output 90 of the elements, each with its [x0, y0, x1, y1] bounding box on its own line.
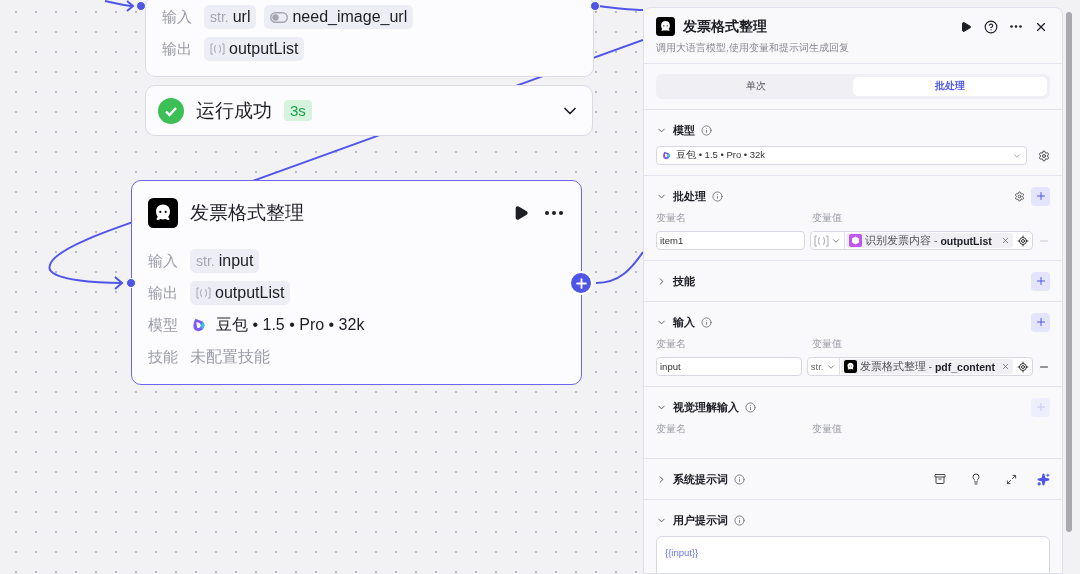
section-title: 系统提示词 [673, 471, 728, 487]
settings-icon[interactable] [1014, 190, 1025, 202]
settings-icon[interactable] [1038, 149, 1050, 162]
info-icon [734, 473, 745, 485]
column-label: 变量值 [812, 423, 843, 436]
variable-value-field[interactable]: str. 发票格式整理 - pdf_content [806, 357, 1033, 376]
model-select[interactable]: 豆包 • 1.5 • Pro • 32k [656, 146, 1027, 165]
add-node-button[interactable] [569, 271, 593, 295]
status-label: 运行成功 [196, 98, 272, 123]
panel-description: 调用大语言模型,使用变量和提示词生成回复 [644, 36, 1062, 64]
output-port[interactable] [590, 1, 600, 11]
info-icon [712, 190, 723, 202]
duration-badge: 3s [284, 100, 312, 121]
skill-value: 未配置技能 [190, 346, 270, 367]
variable-tag: need_image_url [264, 5, 414, 29]
reference-tag: 识别发票内容 - outputList [846, 233, 1013, 248]
success-check-icon [158, 97, 184, 124]
column-label: 变量名 [656, 212, 687, 225]
variable-tag: str. url [204, 5, 257, 29]
bot-avatar-icon [656, 17, 675, 36]
plus-icon [1034, 401, 1047, 413]
info-icon [745, 401, 756, 413]
type-select[interactable]: str. [807, 358, 840, 375]
model-name: 豆包 • 1.5 • Pro • 32k [216, 314, 365, 335]
panel-title: 发票格式整理 [683, 17, 768, 36]
llm-node-card[interactable]: 发票格式整理 输入 str. input 输出 outputList 模型 豆包 • 1.5 • Pro • 32k 技能 未配置技能 [131, 180, 582, 385]
play-icon [513, 205, 529, 221]
column-label: 变量值 [812, 338, 843, 351]
array-icon [210, 43, 225, 55]
variable-tag: outputList [190, 281, 291, 305]
row-label: 模型 [148, 315, 179, 335]
help-icon [984, 19, 998, 34]
section-title: 批处理 [673, 188, 706, 204]
array-icon [814, 234, 829, 247]
section-title: 输入 [673, 314, 695, 330]
target-icon[interactable] [1017, 234, 1029, 247]
column-label: 变量值 [812, 212, 843, 225]
model-logo-icon [661, 150, 672, 161]
more-button[interactable] [543, 209, 565, 217]
row-label: 技能 [148, 347, 179, 367]
mode-tab[interactable]: 单次 [659, 77, 853, 96]
info-icon [701, 124, 712, 136]
reference-tag: 发票格式整理 - pdf_content [840, 359, 1013, 374]
info-icon [734, 514, 745, 526]
row-label: 输出 [162, 39, 193, 59]
more-button[interactable] [1008, 23, 1024, 30]
bot-avatar-icon [148, 198, 178, 228]
section-title: 用户提示词 [673, 512, 728, 528]
expand-icon[interactable] [1006, 473, 1017, 485]
row-label: 输出 [148, 283, 179, 303]
clear-icon[interactable] [1001, 236, 1010, 245]
variable-name-field[interactable]: item1 [656, 231, 805, 250]
section-title: 模型 [673, 122, 695, 138]
plus-icon [573, 275, 589, 291]
info-icon [701, 316, 712, 328]
variable-tag: outputList [204, 37, 305, 61]
prompt-field[interactable]: {{input}} [656, 536, 1050, 573]
toggle-icon [270, 11, 289, 23]
plus-icon [1034, 316, 1047, 328]
input-port[interactable] [136, 1, 146, 11]
row-label: 输入 [148, 251, 179, 271]
play-icon [960, 20, 972, 33]
node-card[interactable]: 输入 str. url need_image_url 输出 outputList [145, 0, 594, 77]
plus-icon [1034, 275, 1047, 287]
scrollbar-thumb[interactable] [1066, 12, 1072, 532]
plus-icon [1034, 190, 1047, 202]
bot-avatar-icon [843, 360, 857, 373]
ellipsis-icon [1010, 25, 1022, 28]
cube-icon [849, 234, 862, 247]
section-title: 技能 [673, 273, 695, 289]
variable-tag: str. input [190, 249, 260, 273]
sparkle-icon[interactable] [1037, 472, 1050, 486]
toolbox-icon[interactable] [934, 473, 946, 485]
section-title: 视觉理解输入 [673, 399, 739, 415]
edge-connector [104, 0, 135, 12]
column-label: 变量名 [656, 423, 687, 436]
array-icon [196, 287, 211, 299]
edge-connector [597, 5, 643, 11]
node-title: 发票格式整理 [190, 201, 305, 225]
target-icon[interactable] [1017, 360, 1029, 373]
run-status-card[interactable]: 运行成功 3s [145, 85, 593, 136]
mode-tab[interactable]: 批处理 [853, 77, 1047, 96]
variable-value-field[interactable]: 识别发票内容 - outputList [810, 231, 1033, 250]
variable-name-field[interactable]: input [656, 357, 802, 376]
input-port[interactable] [126, 278, 136, 288]
ellipsis-icon [545, 211, 563, 215]
row-label: 输入 [162, 7, 193, 27]
column-label: 变量名 [656, 338, 687, 351]
clear-icon[interactable] [1001, 362, 1010, 371]
lightbulb-icon[interactable] [970, 473, 982, 485]
